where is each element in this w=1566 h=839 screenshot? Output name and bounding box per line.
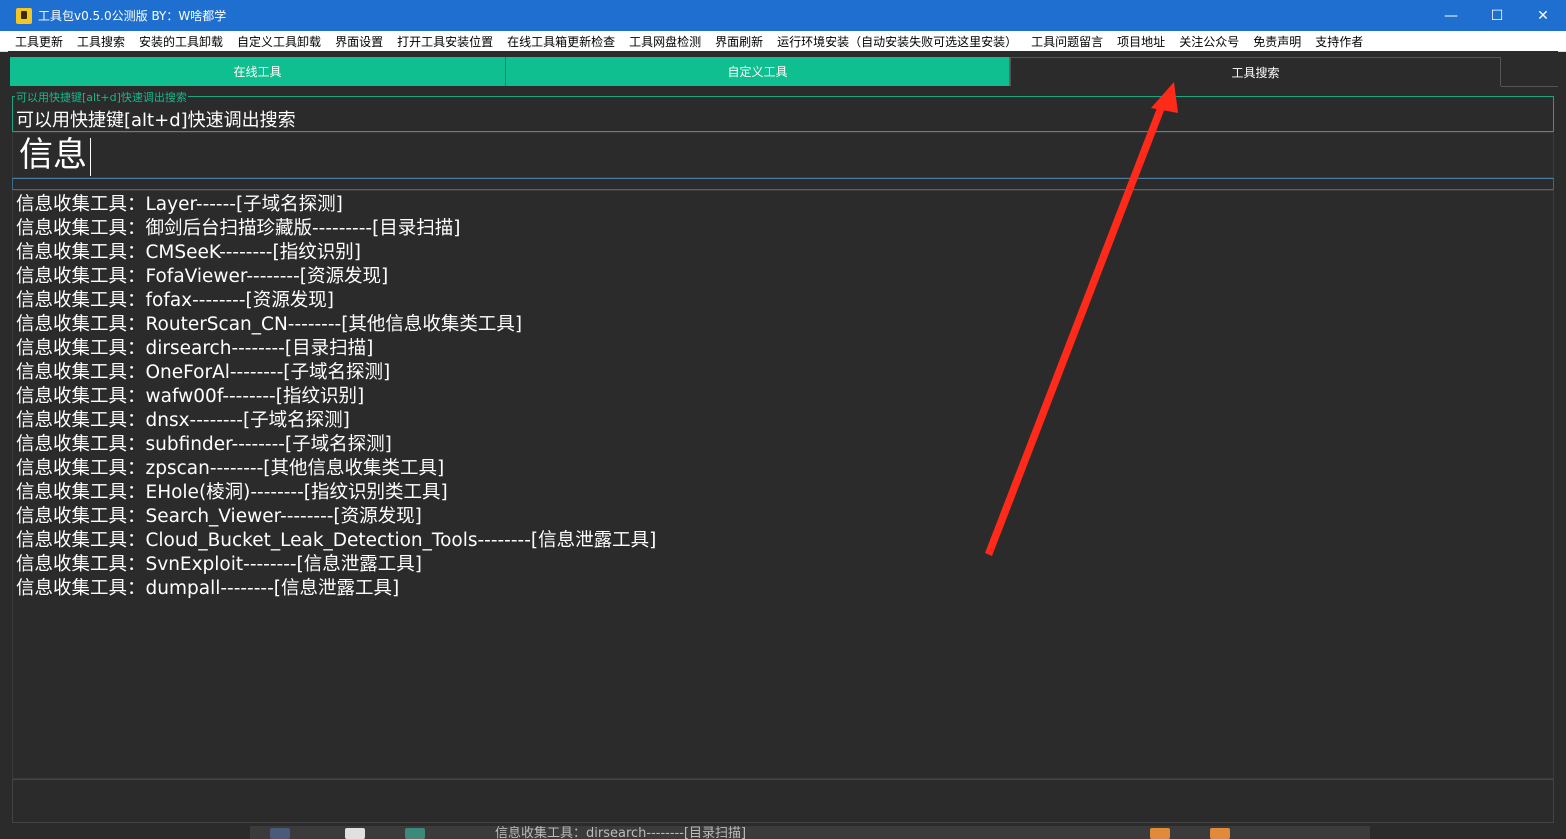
tab-label: 在线工具	[233, 65, 282, 79]
list-item[interactable]: 信息收集工具：zpscan--------[其他信息收集类工具]	[16, 457, 1553, 481]
tab-custom-tools[interactable]: 自定义工具	[506, 57, 1010, 86]
list-item[interactable]: 信息收集工具：dirsearch--------[目录扫描]	[16, 337, 1553, 361]
list-item[interactable]: 信息收集工具：fofax--------[资源发现]	[16, 289, 1553, 313]
menu-ui-settings[interactable]: 界面设置	[328, 33, 390, 50]
window-controls: — ☐ ✕	[1428, 0, 1566, 31]
list-item[interactable]: 信息收集工具：御剑后台扫描珍藏版---------[目录扫描]	[16, 217, 1553, 241]
menu-uninstall-custom[interactable]: 自定义工具卸载	[230, 33, 328, 50]
menu-netdisk-check[interactable]: 工具网盘检测	[622, 33, 708, 50]
list-item[interactable]: 信息收集工具：Search_Viewer--------[资源发现]	[16, 505, 1553, 529]
menu-project-url[interactable]: 项目地址	[1110, 33, 1172, 50]
search-underline-bar	[12, 178, 1554, 190]
list-item[interactable]: 信息收集工具：Cloud_Bucket_Leak_Detection_Tools…	[16, 529, 1553, 553]
background-icon	[1210, 828, 1230, 839]
tab-strip-divider	[1501, 86, 1558, 87]
list-item[interactable]: 信息收集工具：OneForAl--------[子域名探测]	[16, 361, 1553, 385]
list-item[interactable]: 信息收集工具：SvnExploit--------[信息泄露工具]	[16, 553, 1553, 577]
text-caret	[90, 137, 91, 176]
menu-follow-account[interactable]: 关注公众号	[1172, 33, 1246, 50]
output-box[interactable]	[12, 779, 1554, 823]
menu-disclaimer[interactable]: 免责声明	[1246, 33, 1308, 50]
tab-online-tools[interactable]: 在线工具	[10, 57, 506, 86]
close-button[interactable]: ✕	[1520, 0, 1566, 31]
background-icon	[405, 828, 425, 839]
background-icon	[345, 828, 365, 839]
menu-refresh-ui[interactable]: 界面刷新	[708, 33, 770, 50]
search-groupbox: 可以用快捷键[alt+d]快速调出搜索 可以用快捷键[alt+d]快速调出搜索	[12, 89, 1554, 132]
list-item[interactable]: 信息收集工具：subfinder--------[子域名探测]	[16, 433, 1553, 457]
list-item[interactable]: 信息收集工具：FofaViewer--------[资源发现]	[16, 265, 1553, 289]
search-input-value: 信息	[19, 135, 87, 175]
menu-bar: 工具更新 工具搜索 安装的工具卸载 自定义工具卸载 界面设置 打开工具安装位置 …	[0, 31, 1566, 52]
tab-label: 自定义工具	[727, 65, 788, 79]
main-panel: 在线工具 自定义工具 工具搜索 可以用快捷键[alt+d]快速调出搜索 可以用快…	[8, 51, 1558, 826]
menu-open-install-location[interactable]: 打开工具安装位置	[390, 33, 500, 50]
menu-tool-search[interactable]: 工具搜索	[70, 33, 132, 50]
minimize-button[interactable]: —	[1428, 0, 1474, 31]
background-icon	[1150, 828, 1170, 839]
tab-label: 工具搜索	[1231, 65, 1280, 80]
menu-support-author[interactable]: 支持作者	[1308, 33, 1370, 50]
list-item[interactable]: 信息收集工具：Layer------[子域名探测]	[16, 193, 1553, 217]
menu-install-runtime[interactable]: 运行环境安装（自动安装失败可选这里安装）	[770, 33, 1024, 50]
list-item[interactable]: 信息收集工具：RouterScan_CN--------[其他信息收集类工具]	[16, 313, 1553, 337]
groupbox-title: 可以用快捷键[alt+d]快速调出搜索	[15, 89, 188, 105]
search-input[interactable]: 信息	[12, 132, 1554, 178]
maximize-button[interactable]: ☐	[1474, 0, 1520, 31]
menu-uninstall-installed[interactable]: 安装的工具卸载	[132, 33, 230, 50]
tab-tool-search[interactable]: 工具搜索	[1010, 57, 1501, 86]
menu-feedback[interactable]: 工具问题留言	[1024, 33, 1110, 50]
app-icon	[16, 7, 32, 24]
list-item[interactable]: 信息收集工具：dnsx--------[子域名探测]	[16, 409, 1553, 433]
menu-tool-update[interactable]: 工具更新	[0, 33, 70, 50]
list-item[interactable]: 信息收集工具：EHole(棱洞)--------[指纹识别类工具]	[16, 481, 1553, 505]
title-bar[interactable]: 工具包v0.5.0公测版 BY：W啥都学 — ☐ ✕	[0, 0, 1566, 31]
background-window: 信息收集工具：dirsearch--------[目录扫描]	[250, 826, 1370, 839]
menu-check-online-update[interactable]: 在线工具箱更新检查	[500, 33, 622, 50]
window-title: 工具包v0.5.0公测版 BY：W啥都学	[38, 9, 227, 23]
background-icon	[270, 828, 290, 839]
search-results-list[interactable]: 信息收集工具：Layer------[子域名探测] 信息收集工具：御剑后台扫描珍…	[12, 190, 1554, 779]
list-item[interactable]: 信息收集工具：dumpall--------[信息泄露工具]	[16, 577, 1553, 601]
list-item[interactable]: 信息收集工具：CMSeeK--------[指纹识别]	[16, 241, 1553, 265]
list-item[interactable]: 信息收集工具：wafw00f--------[指纹识别]	[16, 385, 1553, 409]
search-hint-label: 可以用快捷键[alt+d]快速调出搜索	[16, 110, 296, 131]
background-window-text: 信息收集工具：dirsearch--------[目录扫描]	[495, 826, 747, 839]
tab-bar: 在线工具 自定义工具 工具搜索	[10, 57, 1501, 87]
